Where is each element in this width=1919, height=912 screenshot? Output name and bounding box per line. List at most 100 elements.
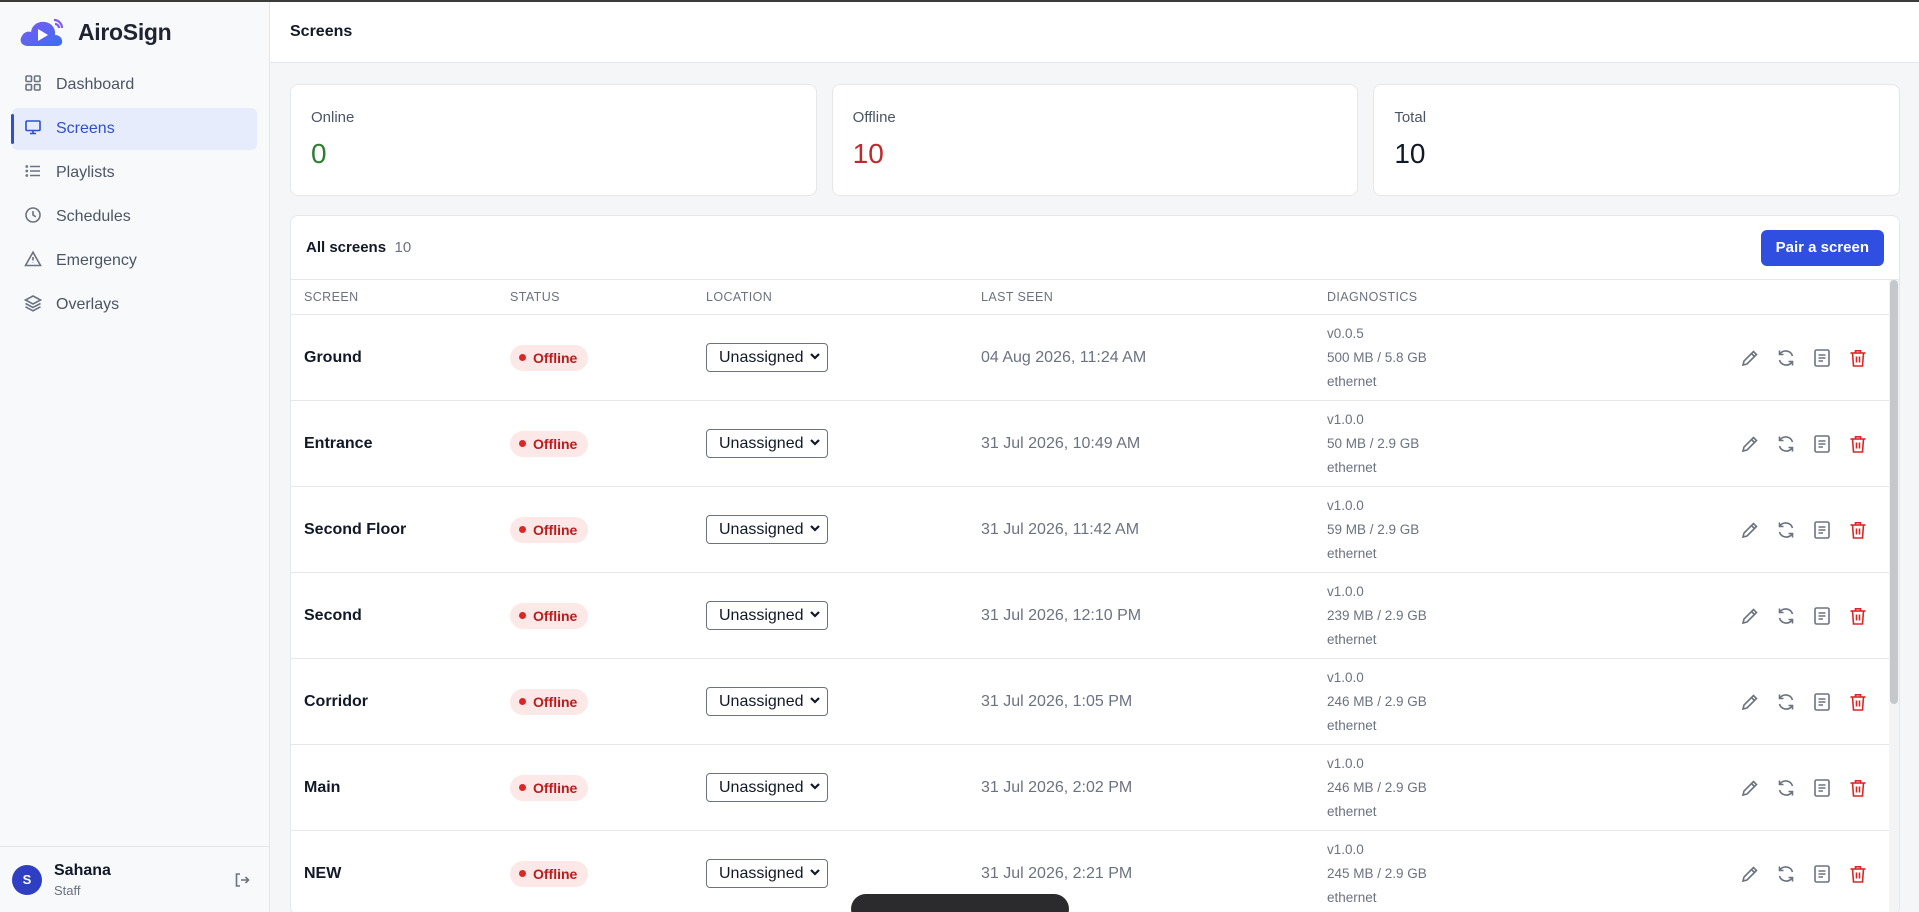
table-row[interactable]: Ground Offline Unassigned 04 Aug 2026, 1… bbox=[291, 315, 1899, 401]
sidebar-item-label: Emergency bbox=[56, 252, 137, 269]
logs-icon[interactable] bbox=[1811, 347, 1833, 369]
delete-icon[interactable] bbox=[1847, 347, 1869, 369]
screen-name[interactable]: Second Floor bbox=[304, 521, 406, 538]
diagnostics-cell: v1.0.0 50 MB / 2.9 GB ethernet bbox=[1327, 408, 1667, 480]
screen-name[interactable]: Main bbox=[304, 779, 340, 796]
screen-name[interactable]: Entrance bbox=[304, 435, 372, 452]
column-header-status[interactable]: STATUS bbox=[510, 290, 706, 304]
refresh-icon[interactable] bbox=[1775, 863, 1797, 885]
logs-icon[interactable] bbox=[1811, 433, 1833, 455]
delete-icon[interactable] bbox=[1847, 605, 1869, 627]
diagnostics-version: v1.0.0 bbox=[1327, 411, 1364, 427]
row-actions bbox=[1667, 605, 1899, 627]
edit-icon[interactable] bbox=[1739, 863, 1761, 885]
location-select[interactable]: Unassigned bbox=[706, 515, 828, 544]
chevron-down-icon bbox=[809, 607, 821, 625]
sidebar-item-emergency[interactable]: Emergency bbox=[12, 240, 257, 282]
edit-icon[interactable] bbox=[1739, 605, 1761, 627]
location-select[interactable]: Unassigned bbox=[706, 687, 828, 716]
sidebar-item-dashboard[interactable]: Dashboard bbox=[12, 64, 257, 106]
diagnostics-version: v1.0.0 bbox=[1327, 669, 1364, 685]
sidebar-item-playlists[interactable]: Playlists bbox=[12, 152, 257, 194]
screen-name[interactable]: NEW bbox=[304, 865, 341, 882]
location-select[interactable]: Unassigned bbox=[706, 773, 828, 802]
refresh-icon[interactable] bbox=[1775, 433, 1797, 455]
diagnostics-network: ethernet bbox=[1327, 889, 1377, 905]
location-value: Unassigned bbox=[719, 864, 804, 882]
refresh-icon[interactable] bbox=[1775, 605, 1797, 627]
refresh-icon[interactable] bbox=[1775, 777, 1797, 799]
floating-dock[interactable] bbox=[851, 894, 1069, 912]
stats-row: Online 0 Offline 10 Total 10 bbox=[290, 84, 1901, 196]
chevron-down-icon bbox=[809, 435, 821, 453]
status-dot bbox=[519, 440, 526, 447]
logs-icon[interactable] bbox=[1811, 519, 1833, 541]
edit-icon[interactable] bbox=[1739, 691, 1761, 713]
table-scrollbar[interactable] bbox=[1889, 280, 1899, 912]
delete-icon[interactable] bbox=[1847, 691, 1869, 713]
table-row[interactable]: Corridor Offline Unassigned 31 Jul 2026,… bbox=[291, 659, 1899, 745]
last-seen-value: 04 Aug 2026, 11:24 AM bbox=[981, 348, 1147, 366]
column-header-diagnostics[interactable]: DIAGNOSTICS bbox=[1327, 290, 1667, 304]
last-seen-value: 31 Jul 2026, 10:49 AM bbox=[981, 434, 1141, 452]
sidebar-item-screens[interactable]: Screens bbox=[11, 108, 257, 150]
delete-icon[interactable] bbox=[1847, 777, 1869, 799]
status-cell: Offline bbox=[510, 516, 706, 543]
logs-icon[interactable] bbox=[1811, 605, 1833, 627]
last-seen-value: 31 Jul 2026, 2:21 PM bbox=[981, 864, 1133, 882]
chevron-down-icon bbox=[809, 693, 821, 711]
screen-cell: NEW bbox=[291, 865, 510, 883]
edit-icon[interactable] bbox=[1739, 777, 1761, 799]
refresh-icon[interactable] bbox=[1775, 347, 1797, 369]
user-role: Staff bbox=[54, 882, 81, 898]
column-header-last-seen[interactable]: LAST SEEN bbox=[981, 290, 1327, 304]
location-select[interactable]: Unassigned bbox=[706, 343, 828, 372]
brand[interactable]: AiroSign bbox=[0, 2, 269, 62]
list-icon bbox=[24, 162, 42, 185]
location-select[interactable]: Unassigned bbox=[706, 601, 828, 630]
screen-name[interactable]: Corridor bbox=[304, 693, 368, 710]
diagnostics-cell: v1.0.0 59 MB / 2.9 GB ethernet bbox=[1327, 494, 1667, 566]
delete-icon[interactable] bbox=[1847, 519, 1869, 541]
chevron-down-icon bbox=[809, 349, 821, 367]
screen-cell: Second bbox=[291, 607, 510, 625]
refresh-icon[interactable] bbox=[1775, 691, 1797, 713]
table-row[interactable]: Main Offline Unassigned 31 Jul 2026, 2:0… bbox=[291, 745, 1899, 831]
last-seen-value: 31 Jul 2026, 12:10 PM bbox=[981, 606, 1142, 624]
table-row[interactable]: Second Offline Unassigned 31 Jul 2026, 1… bbox=[291, 573, 1899, 659]
scrollbar-thumb[interactable] bbox=[1890, 280, 1898, 704]
status-cell: Offline bbox=[510, 344, 706, 371]
user-name: Sahana bbox=[54, 861, 111, 879]
table-row[interactable]: NEW Offline Unassigned 31 Jul 2026, 2:21… bbox=[291, 831, 1899, 912]
sidebar-item-schedules[interactable]: Schedules bbox=[12, 196, 257, 238]
last-seen-cell: 31 Jul 2026, 12:10 PM bbox=[981, 607, 1327, 625]
screen-cell: Corridor bbox=[291, 693, 510, 711]
diagnostics-storage: 239 MB / 2.9 GB bbox=[1327, 607, 1427, 623]
sidebar-item-overlays[interactable]: Overlays bbox=[12, 284, 257, 326]
sidebar: AiroSign Dashboard Screens Playlists Sch… bbox=[0, 2, 270, 912]
location-select[interactable]: Unassigned bbox=[706, 859, 828, 888]
logs-icon[interactable] bbox=[1811, 863, 1833, 885]
screen-name[interactable]: Second bbox=[304, 607, 362, 624]
delete-icon[interactable] bbox=[1847, 863, 1869, 885]
location-select[interactable]: Unassigned bbox=[706, 429, 828, 458]
pair-screen-button[interactable]: Pair a screen bbox=[1760, 229, 1884, 266]
column-header-screen[interactable]: SCREEN bbox=[291, 290, 510, 304]
avatar[interactable]: S bbox=[12, 864, 42, 895]
table-row[interactable]: Second Floor Offline Unassigned 31 Jul 2… bbox=[291, 487, 1899, 573]
status-cell: Offline bbox=[510, 602, 706, 629]
edit-icon[interactable] bbox=[1739, 347, 1761, 369]
logout-icon[interactable] bbox=[233, 871, 251, 889]
table-row[interactable]: Entrance Offline Unassigned 31 Jul 2026,… bbox=[291, 401, 1899, 487]
logs-icon[interactable] bbox=[1811, 691, 1833, 713]
location-value: Unassigned bbox=[719, 434, 804, 452]
stat-value-online: 0 bbox=[311, 138, 327, 169]
refresh-icon[interactable] bbox=[1775, 519, 1797, 541]
status-cell: Offline bbox=[510, 774, 706, 801]
screen-name[interactable]: Ground bbox=[304, 349, 362, 366]
column-header-location[interactable]: LOCATION bbox=[706, 290, 981, 304]
edit-icon[interactable] bbox=[1739, 433, 1761, 455]
edit-icon[interactable] bbox=[1739, 519, 1761, 541]
delete-icon[interactable] bbox=[1847, 433, 1869, 455]
logs-icon[interactable] bbox=[1811, 777, 1833, 799]
